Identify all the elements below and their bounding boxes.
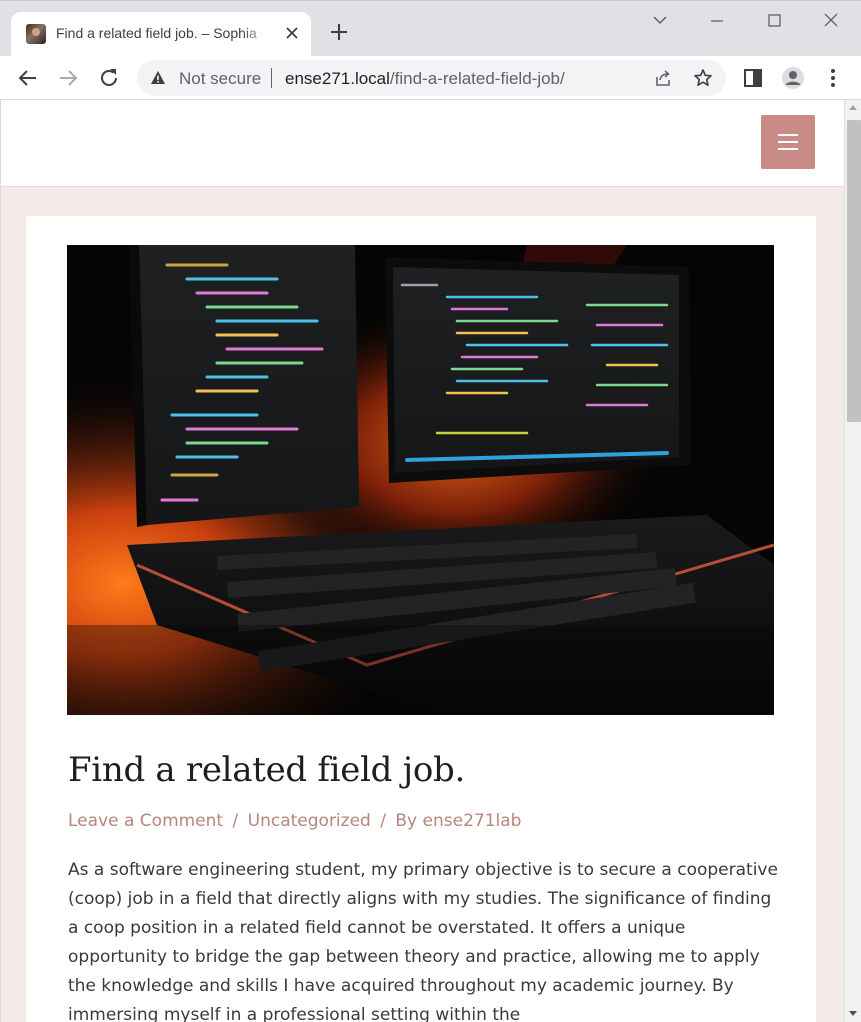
featured-image xyxy=(67,245,774,715)
hamburger-menu-icon[interactable] xyxy=(761,115,815,169)
scroll-up-arrow-icon[interactable] xyxy=(849,105,857,110)
browser-titlebar: Find a related field job. – Sophia xyxy=(0,0,861,57)
share-icon[interactable] xyxy=(653,68,673,88)
back-arrow-icon[interactable] xyxy=(14,64,42,92)
forward-arrow-icon[interactable] xyxy=(54,64,82,92)
url-host: ense271.local xyxy=(285,69,390,88)
site-header xyxy=(1,100,844,187)
maximize-icon[interactable] xyxy=(760,9,788,33)
address-bar[interactable]: Not secure ense271.local/find-a-related-… xyxy=(137,60,726,96)
security-label[interactable]: Not secure xyxy=(179,69,261,89)
author-link[interactable]: ense271lab xyxy=(423,811,522,831)
reload-icon[interactable] xyxy=(95,64,123,92)
plus-icon[interactable] xyxy=(326,19,352,45)
post-body: As a software engineering student, my pr… xyxy=(68,860,778,1022)
site-avatar-icon xyxy=(26,24,46,44)
url-path: /find-a-related-field-job/ xyxy=(389,69,565,88)
scroll-down-arrow-icon[interactable] xyxy=(849,1011,857,1016)
meta-separator: / xyxy=(232,811,239,831)
comment-link[interactable]: Leave a Comment xyxy=(68,811,223,831)
meta-separator: / xyxy=(380,811,386,831)
star-icon[interactable] xyxy=(693,68,713,88)
chevron-down-icon[interactable] xyxy=(646,9,674,33)
tab-title: Find a related field job. – Sophia xyxy=(56,25,257,41)
close-icon[interactable] xyxy=(282,22,302,44)
post-meta: Leave a Comment / Uncategorized / By ens… xyxy=(68,811,521,831)
url-text[interactable]: ense271.local/find-a-related-field-job/ xyxy=(285,69,565,89)
post-article: Find a related field job. Leave a Commen… xyxy=(26,216,816,1022)
close-window-icon[interactable] xyxy=(817,9,845,33)
profile-icon[interactable] xyxy=(781,66,805,90)
browser-tab[interactable]: Find a related field job. – Sophia xyxy=(11,12,311,57)
category-link[interactable]: Uncategorized xyxy=(248,811,371,831)
kebab-menu-icon[interactable] xyxy=(821,66,845,90)
browser-toolbar: Not secure ense271.local/find-a-related-… xyxy=(0,56,861,100)
warning-icon[interactable] xyxy=(150,70,166,86)
by-label: By xyxy=(395,811,418,831)
omnibox-divider xyxy=(271,68,272,88)
scrollbar-thumb[interactable] xyxy=(847,120,861,422)
page-scrollbar[interactable] xyxy=(844,100,861,1022)
page-viewport: Find a related field job. Leave a Commen… xyxy=(0,100,844,1022)
minimize-icon[interactable] xyxy=(703,9,731,33)
side-panel-icon[interactable] xyxy=(741,66,765,90)
post-title: Find a related field job. xyxy=(68,750,465,790)
